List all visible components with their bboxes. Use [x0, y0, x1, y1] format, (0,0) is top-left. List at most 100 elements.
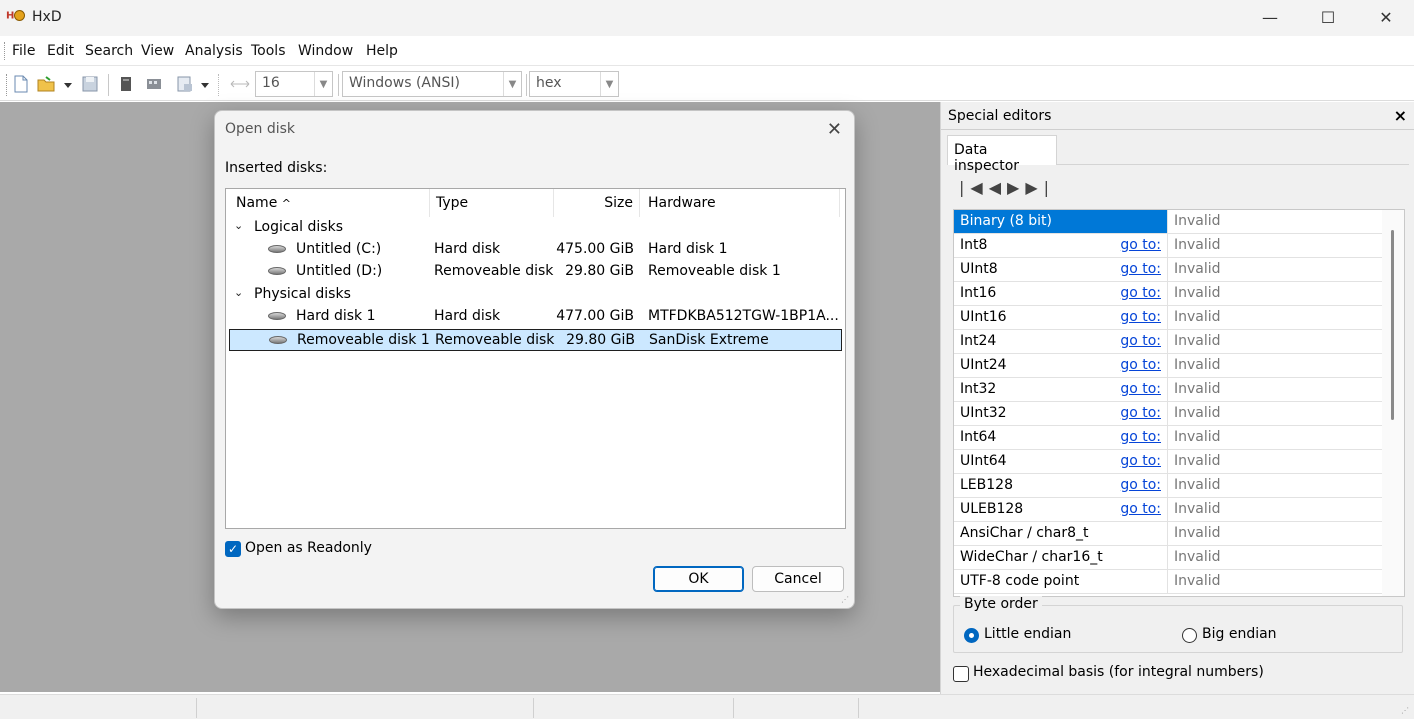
goto-link[interactable]: go to:: [1120, 285, 1161, 301]
column-size[interactable]: Size: [554, 189, 640, 217]
type-value[interactable]: Invalid: [1168, 210, 1382, 233]
readonly-checkbox[interactable]: ✓: [225, 541, 241, 557]
type-value[interactable]: Invalid: [1168, 258, 1382, 281]
column-hardware[interactable]: Hardware: [640, 189, 840, 217]
inspector-row[interactable]: Int8 go to: Invalid: [954, 234, 1382, 258]
disk-list[interactable]: Name ^ Type Size Hardware ⌄ Logical disk…: [225, 188, 846, 529]
disk-row-selected[interactable]: Removeable disk 1 Removeable disk 29.80 …: [229, 329, 842, 351]
cancel-button[interactable]: Cancel: [752, 566, 844, 592]
goto-link[interactable]: go to:: [1120, 309, 1161, 325]
goto-link[interactable]: go to:: [1120, 405, 1161, 421]
type-value[interactable]: Invalid: [1168, 354, 1382, 377]
type-value[interactable]: Invalid: [1168, 426, 1382, 449]
big-endian-radio[interactable]: [1182, 628, 1197, 643]
hex-basis-checkbox[interactable]: [953, 666, 969, 682]
previous-icon[interactable]: ◀: [989, 178, 1007, 197]
last-icon[interactable]: ▶|: [1025, 178, 1055, 197]
dialog-close-button[interactable]: ✕: [827, 119, 842, 140]
column-type[interactable]: Type: [430, 189, 554, 217]
inspector-row[interactable]: UTF-8 code point Invalid: [954, 570, 1382, 594]
goto-link[interactable]: go to:: [1120, 333, 1161, 349]
group-physical-disks[interactable]: ⌄ Physical disks: [226, 284, 845, 306]
goto-link[interactable]: go to:: [1120, 453, 1161, 469]
inspector-row[interactable]: Int64 go to: Invalid: [954, 426, 1382, 450]
little-endian-radio[interactable]: [964, 628, 979, 643]
goto-link[interactable]: go to:: [1120, 501, 1161, 517]
ok-button[interactable]: OK: [653, 566, 744, 592]
type-value[interactable]: Invalid: [1168, 546, 1382, 569]
resize-grip-icon[interactable]: ⋰: [841, 595, 851, 605]
menu-tools[interactable]: Tools: [251, 43, 286, 59]
menu-view[interactable]: View: [141, 43, 174, 59]
goto-link[interactable]: go to:: [1120, 381, 1161, 397]
goto-link[interactable]: go to:: [1120, 357, 1161, 373]
goto-link[interactable]: go to:: [1120, 477, 1161, 493]
view-icon[interactable]: [176, 75, 194, 93]
charset-select[interactable]: Windows (ANSI) ▼: [342, 71, 522, 97]
type-value[interactable]: Invalid: [1168, 378, 1382, 401]
open-dropdown-icon[interactable]: [63, 75, 73, 93]
goto-link[interactable]: go to:: [1120, 237, 1161, 253]
tab-data-inspector[interactable]: Data inspector: [947, 135, 1057, 174]
new-file-icon[interactable]: [12, 75, 30, 93]
type-value[interactable]: Invalid: [1168, 522, 1382, 545]
inspector-row[interactable]: UInt24 go to: Invalid: [954, 354, 1382, 378]
inspector-row[interactable]: LEB128 go to: Invalid: [954, 474, 1382, 498]
inspector-scrollbar[interactable]: [1382, 210, 1404, 596]
type-value[interactable]: Invalid: [1168, 402, 1382, 425]
menu-search[interactable]: Search: [85, 43, 133, 59]
type-value[interactable]: Invalid: [1168, 234, 1382, 257]
inspector-row[interactable]: AnsiChar / char8_t Invalid: [954, 522, 1382, 546]
inspector-row[interactable]: UInt8 go to: Invalid: [954, 258, 1382, 282]
menu-analysis[interactable]: Analysis: [185, 43, 243, 59]
type-value[interactable]: Invalid: [1168, 282, 1382, 305]
goto-link[interactable]: go to:: [1120, 261, 1161, 277]
scrollbar-thumb[interactable]: [1391, 230, 1394, 420]
hex-basis-label[interactable]: Hexadecimal basis (for integral numbers): [973, 664, 1264, 680]
view-dropdown-icon[interactable]: [200, 75, 210, 93]
menu-edit[interactable]: Edit: [47, 43, 74, 59]
little-endian-label[interactable]: Little endian: [984, 626, 1071, 642]
readonly-label[interactable]: Open as Readonly: [245, 540, 372, 556]
save-icon[interactable]: [81, 75, 99, 93]
menu-help[interactable]: Help: [366, 43, 398, 59]
column-name[interactable]: Name ^: [226, 189, 430, 217]
offset-base-select[interactable]: hex ▼: [529, 71, 619, 97]
menu-window[interactable]: Window: [298, 43, 353, 59]
type-value[interactable]: Invalid: [1168, 330, 1382, 353]
minimize-button[interactable]: —: [1241, 0, 1299, 34]
inspector-row[interactable]: UInt64 go to: Invalid: [954, 450, 1382, 474]
open-disk-icon[interactable]: [117, 75, 135, 93]
maximize-button[interactable]: ☐: [1299, 0, 1357, 34]
resize-grip-icon[interactable]: ⋰: [1401, 706, 1411, 716]
inspector-row[interactable]: WideChar / char16_t Invalid: [954, 546, 1382, 570]
inspector-row[interactable]: Int16 go to: Invalid: [954, 282, 1382, 306]
open-ram-icon[interactable]: [145, 75, 163, 93]
disk-row[interactable]: Untitled (C:) Hard disk 475.00 GiB Hard …: [226, 239, 845, 261]
close-window-button[interactable]: ✕: [1357, 0, 1414, 34]
big-endian-label[interactable]: Big endian: [1202, 626, 1277, 642]
open-folder-icon[interactable]: [37, 75, 55, 93]
type-value[interactable]: Invalid: [1168, 474, 1382, 497]
disk-row[interactable]: Untitled (D:) Removeable disk 29.80 GiB …: [226, 261, 845, 283]
menu-file[interactable]: File: [12, 43, 35, 59]
inspector-row[interactable]: Binary (8 bit) Invalid: [954, 210, 1382, 234]
type-value[interactable]: Invalid: [1168, 570, 1382, 593]
inspector-row[interactable]: Int24 go to: Invalid: [954, 330, 1382, 354]
expand-icon[interactable]: ⌄: [234, 219, 243, 232]
bytes-per-row-select[interactable]: 16 ▼: [255, 71, 333, 97]
goto-link[interactable]: go to:: [1120, 429, 1161, 445]
type-value[interactable]: Invalid: [1168, 498, 1382, 521]
first-icon[interactable]: |◀: [959, 178, 989, 197]
inspector-row[interactable]: UInt16 go to: Invalid: [954, 306, 1382, 330]
panel-close-button[interactable]: ×: [1394, 106, 1407, 125]
expand-icon[interactable]: ⌄: [234, 286, 243, 299]
next-icon[interactable]: ▶: [1007, 178, 1025, 197]
group-logical-disks[interactable]: ⌄ Logical disks: [226, 217, 845, 239]
type-value[interactable]: Invalid: [1168, 450, 1382, 473]
inspector-row[interactable]: Int32 go to: Invalid: [954, 378, 1382, 402]
disk-row[interactable]: Hard disk 1 Hard disk 477.00 GiB MTFDKBA…: [226, 306, 845, 328]
inspector-row[interactable]: UInt32 go to: Invalid: [954, 402, 1382, 426]
inspector-row[interactable]: ULEB128 go to: Invalid: [954, 498, 1382, 522]
type-value[interactable]: Invalid: [1168, 306, 1382, 329]
